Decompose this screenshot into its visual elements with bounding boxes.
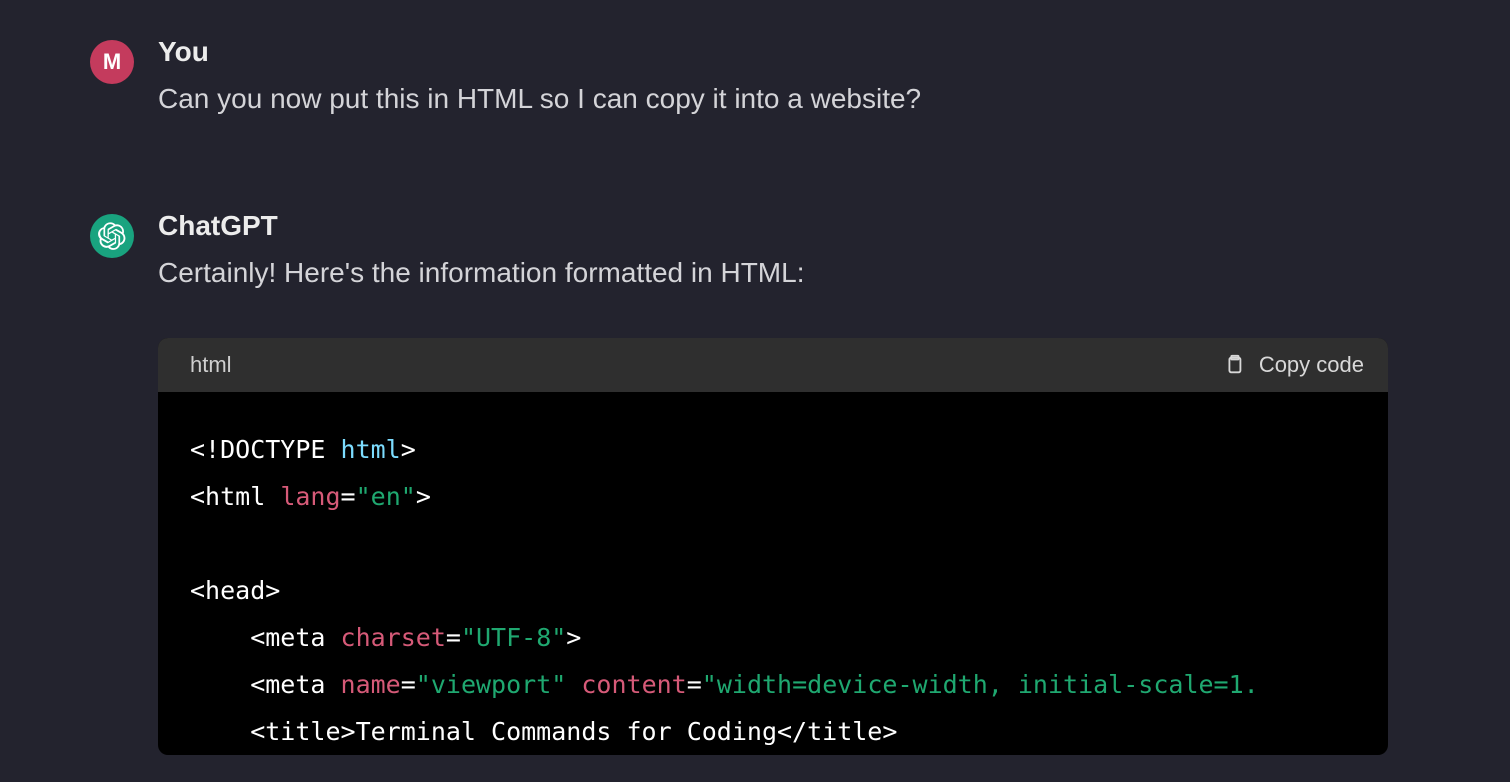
code-token: charset: [341, 623, 446, 652]
code-token: >: [566, 623, 581, 652]
user-message-text: Can you now put this in HTML so I can co…: [158, 78, 1388, 120]
code-content[interactable]: <!DOCTYPE html> <html lang="en"> <head> …: [158, 392, 1388, 755]
code-token: =: [687, 670, 702, 699]
assistant-name-label: ChatGPT: [158, 210, 1388, 242]
clipboard-icon: [1223, 354, 1245, 376]
copy-code-button[interactable]: Copy code: [1223, 352, 1364, 378]
code-token: lang: [280, 482, 340, 511]
user-avatar-initial: M: [103, 49, 121, 75]
code-token: >: [401, 435, 416, 464]
code-token: <html: [190, 482, 280, 511]
code-token: =: [446, 623, 461, 652]
code-token: =: [341, 482, 356, 511]
code-token: =: [401, 670, 416, 699]
assistant-intro-text: Certainly! Here's the information format…: [158, 252, 1388, 294]
code-token: "viewport": [416, 670, 567, 699]
code-token: <meta: [190, 670, 341, 699]
code-token: <!DOCTYPE: [190, 435, 341, 464]
assistant-body: ChatGPT Certainly! Here's the informatio…: [158, 210, 1388, 755]
code-token: content: [581, 670, 686, 699]
code-block: html Copy code <!DOCTYPE html> <html lan…: [158, 338, 1388, 755]
code-token: name: [341, 670, 401, 699]
code-language-label: html: [190, 352, 232, 378]
user-name-label: You: [158, 36, 1388, 68]
user-body: You Can you now put this in HTML so I ca…: [158, 36, 1388, 120]
code-token: "UTF-8": [461, 623, 566, 652]
code-token: <meta: [190, 623, 341, 652]
chatgpt-logo-icon: [98, 222, 126, 250]
code-token: html: [341, 435, 401, 464]
code-token: [566, 670, 581, 699]
assistant-avatar: [90, 214, 134, 258]
code-token: "en": [356, 482, 416, 511]
chat-container: M You Can you now put this in HTML so I …: [0, 0, 1510, 755]
user-avatar: M: [90, 40, 134, 84]
copy-code-label: Copy code: [1259, 352, 1364, 378]
code-token: <head>: [190, 576, 280, 605]
code-toolbar: html Copy code: [158, 338, 1388, 392]
code-token: <title>Terminal Commands for Coding</tit…: [190, 717, 897, 746]
user-message: M You Can you now put this in HTML so I …: [90, 36, 1474, 120]
code-token: >: [416, 482, 431, 511]
assistant-message: ChatGPT Certainly! Here's the informatio…: [90, 210, 1474, 755]
code-token: "width=device-width, initial-scale=1.: [702, 670, 1259, 699]
